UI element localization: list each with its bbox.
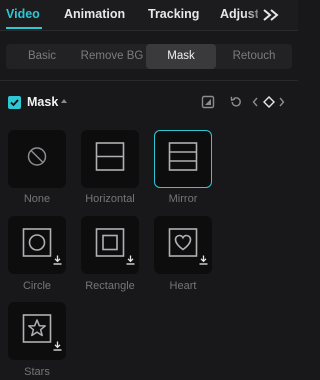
section-title: Mask	[27, 95, 59, 109]
top-tab-bar: Video Animation Tracking Adjustme	[0, 0, 298, 30]
tab-tracking[interactable]: Tracking	[148, 7, 199, 21]
none-icon	[26, 146, 48, 173]
download-icon	[53, 252, 62, 270]
subtab-basic[interactable]: Basic	[6, 44, 78, 69]
heart-icon	[168, 228, 198, 263]
rectangle-icon	[95, 228, 125, 263]
horizontal-icon	[95, 142, 125, 177]
active-tab-indicator	[6, 27, 42, 29]
reset-icon[interactable]	[229, 95, 243, 114]
mask-label-none: None	[23, 193, 51, 205]
mask-label-heart: Heart	[169, 280, 197, 292]
tabs-divider	[0, 30, 298, 31]
download-icon	[126, 252, 135, 270]
sub-tab-bar: Basic Remove BG Mask Retouch	[6, 44, 292, 69]
mask-label-rectangle: Rectangle	[85, 280, 135, 292]
tab-animation[interactable]: Animation	[64, 7, 125, 21]
subtabs-divider	[0, 80, 298, 81]
mask-label-mirror: Mirror	[168, 193, 198, 205]
subtab-remove-bg[interactable]: Remove BG	[78, 44, 146, 69]
mirror-icon	[168, 142, 198, 177]
mask-tile-heart[interactable]	[154, 216, 212, 274]
mask-tile-circle[interactable]	[8, 216, 66, 274]
mask-tile-rectangle[interactable]	[81, 216, 139, 274]
mask-label-horizontal: Horizontal	[85, 193, 135, 205]
subtab-mask[interactable]: Mask	[146, 44, 216, 69]
mask-label-circle: Circle	[22, 280, 52, 292]
mask-toggle-icon[interactable]	[201, 95, 215, 114]
mask-enable-checkbox[interactable]	[8, 96, 21, 109]
download-icon	[199, 252, 208, 270]
double-chevron-right-icon[interactable]	[258, 4, 292, 26]
mask-tile-stars[interactable]	[8, 302, 66, 360]
subtab-retouch[interactable]: Retouch	[216, 44, 292, 69]
star-icon	[22, 314, 52, 349]
mask-tile-none[interactable]	[8, 130, 66, 188]
mask-tile-horizontal[interactable]	[81, 130, 139, 188]
mask-label-stars: Stars	[24, 366, 50, 378]
circle-icon	[22, 228, 52, 263]
tab-video[interactable]: Video	[6, 7, 40, 21]
keyframe-icon[interactable]	[252, 95, 288, 114]
download-icon	[53, 338, 62, 356]
mask-section-header: Mask	[0, 92, 298, 114]
collapse-caret-icon[interactable]	[61, 99, 67, 103]
mask-tile-mirror[interactable]	[154, 130, 212, 188]
